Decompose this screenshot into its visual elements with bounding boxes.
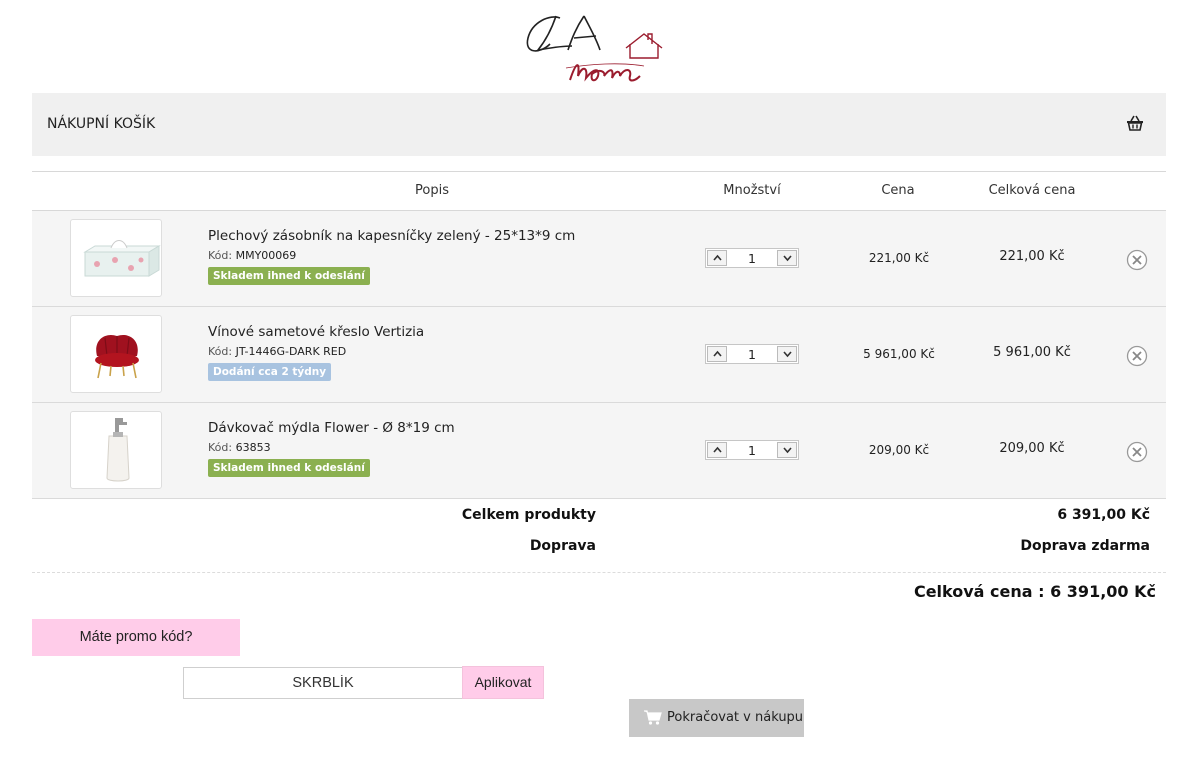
promo-code-toggle-button[interactable]: Máte promo kód?	[32, 619, 240, 656]
product-code: Kód: 63853	[208, 441, 271, 454]
line-total: 209,00 Kč	[999, 441, 1065, 456]
quantity-stepper[interactable]: 1	[705, 248, 799, 268]
grand-total: Celková cena : 6 391,00 Kč	[913, 582, 1156, 601]
product-image-tissue-box[interactable]	[70, 219, 162, 297]
chevron-up-icon	[713, 350, 722, 357]
cart-item-row: Plechový zásobník na kapesníčky zelený -…	[32, 211, 1166, 307]
products-total-label: Celkem produkty	[461, 507, 596, 523]
shipping-value: Doprava zdarma	[1020, 538, 1150, 554]
product-name[interactable]: Vínové sametové křeslo Vertizia	[208, 324, 424, 340]
quantity-decrease-button[interactable]	[777, 346, 797, 362]
continue-shopping-label: Pokračovat v nákupu	[667, 710, 804, 725]
quantity-decrease-button[interactable]	[777, 442, 797, 458]
quantity-input[interactable]: 1	[730, 347, 774, 362]
quantity-stepper[interactable]: 1	[705, 344, 799, 364]
quantity-decrease-button[interactable]	[777, 250, 797, 266]
availability-badge: Skladem ihned k odeslání	[208, 267, 370, 285]
promo-code-input[interactable]	[183, 667, 463, 699]
code-label: Kód:	[208, 249, 233, 262]
header-total: Celková cena	[988, 183, 1076, 198]
line-total: 5 961,00 Kč	[993, 345, 1071, 360]
cart-item-row: Dávkovač mýdla Flower - Ø 8*19 cm Kód: 6…	[32, 403, 1166, 499]
code-label: Kód:	[208, 441, 233, 454]
product-code: Kód: JT-1446G-DARK RED	[208, 345, 346, 358]
apply-promo-button[interactable]: Aplikovat	[462, 666, 544, 699]
quantity-input[interactable]: 1	[730, 251, 774, 266]
product-image-soap-dispenser[interactable]	[70, 411, 162, 489]
shopping-cart-icon	[644, 710, 662, 729]
product-name[interactable]: Plechový zásobník na kapesníčky zelený -…	[208, 228, 575, 244]
cart-summary: Celkem produkty 6 391,00 Kč Doprava Dopr…	[32, 498, 1166, 573]
remove-item-icon[interactable]	[1126, 249, 1148, 271]
unit-price: 5 961,00 Kč	[863, 347, 935, 361]
remove-item-icon[interactable]	[1126, 345, 1148, 367]
basket-icon[interactable]	[1126, 114, 1144, 132]
product-name[interactable]: Dávkovač mýdla Flower - Ø 8*19 cm	[208, 420, 455, 436]
code-value: JT-1446G-DARK RED	[235, 345, 347, 358]
unit-price: 209,00 Kč	[868, 443, 930, 457]
cart-item-row: Vínové sametové křeslo Vertizia Kód: JT-…	[32, 307, 1166, 403]
header-price: Cena	[881, 183, 915, 198]
remove-item-icon[interactable]	[1126, 441, 1148, 463]
quantity-increase-button[interactable]	[707, 346, 727, 362]
quantity-stepper[interactable]: 1	[705, 440, 799, 460]
chevron-down-icon	[783, 447, 792, 454]
products-total-value: 6 391,00 Kč	[1057, 507, 1150, 523]
store-logo[interactable]	[520, 4, 670, 88]
chevron-up-icon	[713, 254, 722, 261]
code-label: Kód:	[208, 345, 233, 358]
cart-title: NÁKUPNÍ KOŠÍK	[47, 116, 156, 132]
chevron-up-icon	[713, 446, 722, 453]
shipping-label: Doprava	[529, 538, 596, 554]
header-quantity: Množství	[723, 183, 781, 198]
product-code: Kód: MMY00069	[208, 249, 296, 262]
chevron-down-icon	[783, 255, 792, 262]
code-value: MMY00069	[235, 249, 297, 262]
continue-shopping-button[interactable]: Pokračovat v nákupu	[629, 699, 804, 737]
availability-badge: Skladem ihned k odeslání	[208, 459, 370, 477]
quantity-increase-button[interactable]	[707, 250, 727, 266]
line-total: 221,00 Kč	[999, 249, 1065, 264]
cart-header: NÁKUPNÍ KOŠÍK	[32, 93, 1166, 156]
chevron-down-icon	[783, 351, 792, 358]
product-image-armchair[interactable]	[70, 315, 162, 393]
cart-table-header: Popis Množství Cena Celková cena	[32, 171, 1166, 211]
availability-badge: Dodání cca 2 týdny	[208, 363, 332, 381]
quantity-increase-button[interactable]	[707, 442, 727, 458]
unit-price: 221,00 Kč	[868, 251, 930, 265]
quantity-input[interactable]: 1	[730, 443, 774, 458]
header-description: Popis	[415, 183, 449, 198]
code-value: 63853	[235, 441, 271, 454]
